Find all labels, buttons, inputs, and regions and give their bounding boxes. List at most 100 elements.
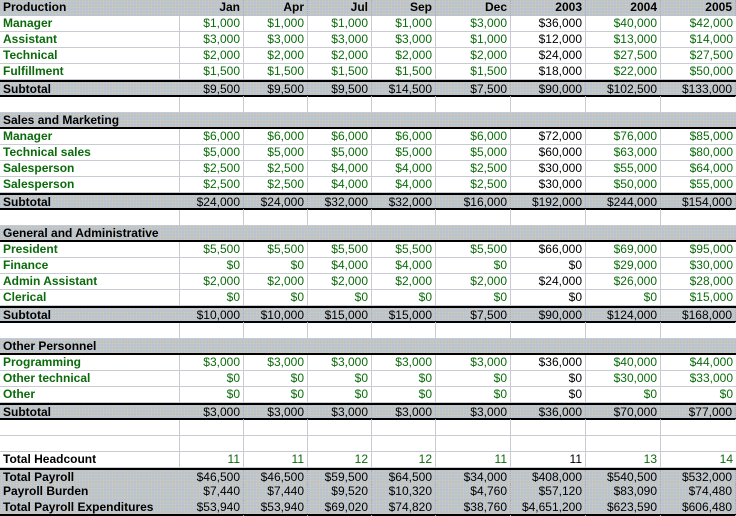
value-cell[interactable]	[372, 436, 436, 452]
value-cell[interactable]	[308, 210, 372, 226]
value-cell[interactable]: $1,000	[372, 16, 436, 32]
value-cell[interactable]: $42,000	[661, 16, 736, 32]
value-cell[interactable]	[436, 436, 511, 452]
value-cell[interactable]	[661, 97, 736, 113]
value-cell[interactable]: $1,000	[180, 16, 244, 32]
value-cell[interactable]	[372, 97, 436, 113]
row-label-cell[interactable]: President	[0, 242, 180, 258]
value-cell[interactable]: $3,000	[180, 32, 244, 48]
row-label-cell[interactable]: Other technical	[0, 371, 180, 387]
value-cell[interactable]: $7,500	[436, 308, 511, 323]
value-cell[interactable]: $53,940	[244, 500, 308, 516]
value-cell[interactable]	[372, 420, 436, 436]
value-cell[interactable]: $0	[244, 387, 308, 403]
row-label-cell[interactable]	[0, 420, 180, 436]
value-cell[interactable]	[308, 420, 372, 436]
value-cell[interactable]: $40,000	[586, 16, 661, 32]
value-cell[interactable]: $53,940	[180, 500, 244, 516]
value-cell[interactable]: $10,000	[244, 308, 308, 323]
value-cell[interactable]: $2,000	[180, 274, 244, 290]
value-cell[interactable]: 11	[180, 452, 244, 468]
value-cell[interactable]: $6,000	[372, 129, 436, 145]
value-cell[interactable]	[180, 97, 244, 113]
value-cell[interactable]: $70,000	[586, 405, 661, 420]
value-cell[interactable]: $5,000	[180, 145, 244, 161]
value-cell[interactable]: $44,000	[661, 355, 736, 371]
value-cell[interactable]: $5,000	[436, 145, 511, 161]
value-cell[interactable]: $1,500	[180, 64, 244, 80]
value-cell[interactable]: $14,000	[661, 32, 736, 48]
value-cell[interactable]: $22,000	[586, 64, 661, 80]
header-col-dec[interactable]: Dec	[436, 0, 511, 16]
value-cell[interactable]: $1,000	[308, 16, 372, 32]
value-cell[interactable]: $3,000	[180, 405, 244, 420]
value-cell[interactable]: $0	[180, 290, 244, 306]
value-cell[interactable]: $30,000	[511, 161, 586, 177]
value-cell[interactable]: $5,500	[372, 242, 436, 258]
value-cell[interactable]: $2,000	[372, 48, 436, 64]
row-label-cell[interactable]	[0, 436, 180, 452]
row-label-cell[interactable]: Payroll Burden	[0, 484, 180, 500]
value-cell[interactable]	[180, 420, 244, 436]
value-cell[interactable]: $0	[308, 371, 372, 387]
value-cell[interactable]	[586, 323, 661, 339]
value-cell[interactable]: $2,500	[244, 177, 308, 193]
value-cell[interactable]: $0	[511, 387, 586, 403]
value-cell[interactable]: $1,000	[244, 16, 308, 32]
value-cell[interactable]: $9,500	[244, 82, 308, 97]
value-cell[interactable]: $0	[661, 387, 736, 403]
section-title[interactable]: Sales and Marketing	[0, 113, 736, 129]
row-label-cell[interactable]: Salesperson	[0, 161, 180, 177]
value-cell[interactable]: $36,000	[511, 355, 586, 371]
value-cell[interactable]: $0	[436, 290, 511, 306]
row-label-cell[interactable]: Manager	[0, 129, 180, 145]
value-cell[interactable]: $0	[308, 290, 372, 306]
value-cell[interactable]: $3,000	[372, 405, 436, 420]
value-cell[interactable]: $0	[511, 258, 586, 274]
value-cell[interactable]: $15,000	[661, 290, 736, 306]
value-cell[interactable]: $57,120	[511, 484, 586, 500]
value-cell[interactable]: $4,651,200	[511, 500, 586, 516]
row-label-cell[interactable]: Technical	[0, 48, 180, 64]
value-cell[interactable]: $0	[372, 371, 436, 387]
value-cell[interactable]: $7,440	[244, 484, 308, 500]
value-cell[interactable]: $3,000	[308, 32, 372, 48]
value-cell[interactable]: $12,000	[511, 32, 586, 48]
header-col-2003[interactable]: 2003	[511, 0, 586, 16]
value-cell[interactable]	[180, 323, 244, 339]
value-cell[interactable]: $2,000	[308, 274, 372, 290]
value-cell[interactable]: $0	[180, 371, 244, 387]
value-cell[interactable]: $33,000	[661, 371, 736, 387]
value-cell[interactable]: $2,500	[436, 177, 511, 193]
value-cell[interactable]	[511, 323, 586, 339]
value-cell[interactable]: $13,000	[586, 32, 661, 48]
value-cell[interactable]: $102,500	[586, 82, 661, 97]
value-cell[interactable]: $5,000	[308, 145, 372, 161]
value-cell[interactable]: $2,000	[308, 48, 372, 64]
value-cell[interactable]: $7,500	[436, 82, 511, 97]
value-cell[interactable]: $0	[586, 387, 661, 403]
value-cell[interactable]: $2,500	[180, 161, 244, 177]
value-cell[interactable]: $30,000	[586, 371, 661, 387]
value-cell[interactable]	[511, 210, 586, 226]
value-cell[interactable]: 12	[372, 452, 436, 468]
value-cell[interactable]: $2,000	[180, 48, 244, 64]
value-cell[interactable]: $77,000	[661, 405, 736, 420]
value-cell[interactable]: $24,000	[244, 195, 308, 210]
value-cell[interactable]: $1,500	[244, 64, 308, 80]
value-cell[interactable]: $0	[180, 387, 244, 403]
value-cell[interactable]: $4,000	[372, 177, 436, 193]
value-cell[interactable]	[586, 210, 661, 226]
value-cell[interactable]: $66,000	[511, 242, 586, 258]
row-label-cell[interactable]: Total Headcount	[0, 452, 180, 468]
value-cell[interactable]: $10,320	[372, 484, 436, 500]
value-cell[interactable]: $55,000	[661, 177, 736, 193]
value-cell[interactable]	[308, 97, 372, 113]
header-col-jul[interactable]: Jul	[308, 0, 372, 16]
value-cell[interactable]: $18,000	[511, 64, 586, 80]
value-cell[interactable]: $606,480	[661, 500, 736, 516]
row-label-cell[interactable]: Assistant	[0, 32, 180, 48]
value-cell[interactable]	[661, 210, 736, 226]
value-cell[interactable]: $24,000	[511, 48, 586, 64]
value-cell[interactable]: $3,000	[308, 405, 372, 420]
